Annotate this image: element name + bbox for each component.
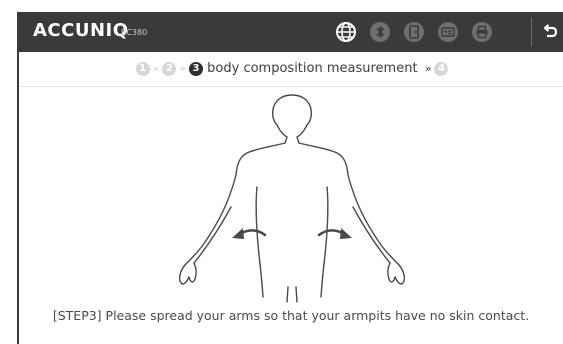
current-step-label: body composition measurement — [207, 61, 418, 76]
brand-logo: ACCUNIQ — [33, 20, 129, 41]
bluetooth-icon[interactable] — [369, 21, 391, 43]
body-posture-illustration — [178, 94, 406, 303]
door-icon[interactable] — [403, 21, 425, 43]
step-progress: 1» 2» 3 body composition measurement » 4 — [19, 52, 563, 87]
step-1-indicator: 1 — [135, 61, 150, 76]
printer-icon[interactable] — [471, 21, 493, 43]
model-label: BC380 — [121, 28, 148, 37]
step-2-indicator: 2 — [162, 61, 177, 76]
app-window: ACCUNIQ BC380 1 » 2 » 3 body composition… — [17, 12, 563, 344]
step-4-indicator: 4 — [434, 61, 449, 76]
instruction-text: [STEP3] Please spread your arms so that … — [52, 308, 530, 323]
step-3-indicator: 3 — [189, 61, 204, 76]
globe-icon[interactable] — [335, 21, 357, 43]
step-separator: » — [179, 62, 187, 75]
step-separator: » — [152, 62, 160, 75]
toolbar-divider — [531, 18, 532, 46]
back-icon[interactable] — [539, 21, 561, 43]
id-card-icon[interactable] — [437, 21, 459, 43]
step-separator: » — [424, 62, 432, 75]
top-bar: ACCUNIQ BC380 — [19, 12, 563, 52]
